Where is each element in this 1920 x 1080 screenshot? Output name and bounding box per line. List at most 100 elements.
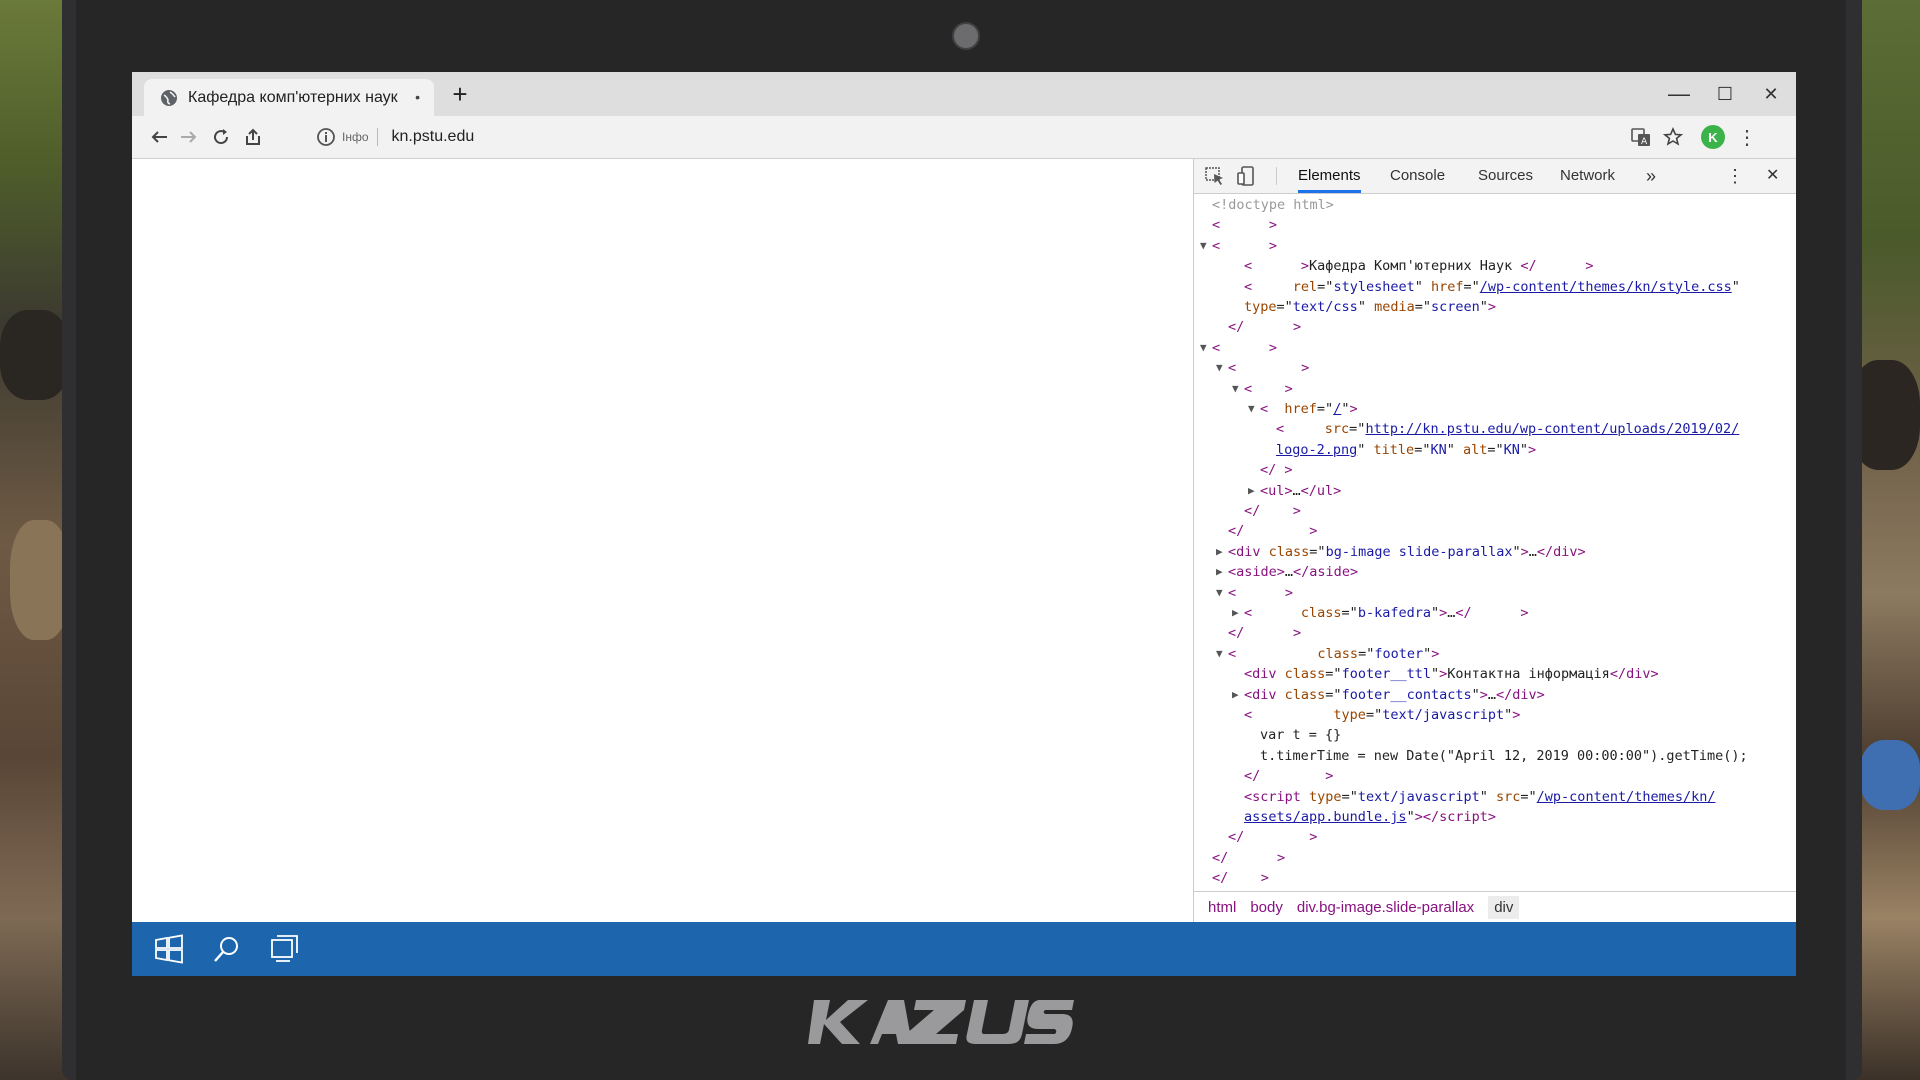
tab-sources[interactable]: Sources [1478,159,1533,193]
browser-toolbar: Інфо kn.pstu.edu A K ⋮ [132,116,1796,159]
dom-tree[interactable]: <!doctype html> < > ▼ < > < >Кафедра Комп'ют… [1194,195,1796,887]
dom-node-text: < > [1212,217,1278,234]
devtools-menu-button[interactable]: ⋮ [1726,159,1744,193]
background-shape [10,520,70,640]
dom-node-text: type="text/css" media="screen"> [1244,299,1497,315]
dom-node-text: < href="/"> [1260,401,1358,417]
collapse-triangle-icon[interactable]: ▼ [1232,379,1239,399]
share-button[interactable] [238,122,268,152]
dom-node-text: < class="footer"> [1228,645,1440,662]
dom-node-text: <div class="bg-image slide-parallax">…</… [1228,543,1586,560]
dom-node-text: < > [1228,584,1294,601]
info-icon [317,128,335,146]
star-icon [1663,127,1683,146]
dom-node-text: </ > [1228,319,1302,336]
inspect-element-icon[interactable] [1204,166,1226,186]
collapse-triangle-icon[interactable]: ▼ [1216,358,1223,378]
expand-triangle-icon[interactable]: ▶ [1232,603,1239,623]
expand-triangle-icon[interactable]: ▶ [1248,481,1255,501]
devtools-tabbar: Elements Console Sources Network » ⋮ ✕ [1194,159,1796,194]
translate-icon: A [1631,128,1650,147]
tab-title: Кафедра комп'ютерних наук [188,88,398,106]
tab-console[interactable]: Console [1390,159,1445,193]
dom-node-text: <div class="footer__contacts">…</div> [1244,686,1545,703]
collapse-triangle-icon[interactable]: ▼ [1216,644,1223,664]
dom-node-text: <ul>…</ul> [1260,482,1342,499]
devtools-panel: Elements Console Sources Network » ⋮ ✕ <… [1193,159,1796,922]
breadcrumb-html[interactable]: html [1208,899,1236,916]
address-bar[interactable]: Інфо kn.pstu.edu [302,122,1762,152]
search-icon[interactable] [210,932,244,966]
dom-breadcrumbs: html body div.bg-image.slide-parallax di… [1194,891,1796,922]
dom-node-text: < rel="stylesheet" href="/wp-content/the… [1244,278,1740,295]
address-separator [376,128,378,146]
new-tab-button[interactable]: + [442,78,478,110]
dom-node-text: </ > [1228,625,1302,642]
forward-button[interactable] [174,122,204,152]
devtools-separator [1276,167,1277,185]
dom-node-text: < >Кафедра Комп'ютерних Наук </ > [1244,258,1594,275]
dom-node-text: logo-2.png" title="KN" alt="KN"> [1276,441,1537,458]
minimize-button[interactable]: — [1656,72,1702,116]
dom-node-text: </ > [1244,768,1334,785]
tab-elements[interactable]: Elements [1298,159,1361,193]
url-text[interactable]: kn.pstu.edu [392,128,475,146]
expand-triangle-icon[interactable]: ▶ [1232,685,1239,705]
expand-triangle-icon[interactable]: ▶ [1216,562,1223,582]
screen: Кафедра комп'ютерних наук • + — ☐ ✕ Інфо… [132,72,1796,976]
maximize-button[interactable]: ☐ [1702,72,1748,116]
collapse-triangle-icon[interactable]: ▼ [1248,399,1255,419]
dom-node-text: <div class="footer__ttl">Контактна інфор… [1244,666,1659,683]
reload-button[interactable] [206,122,236,152]
dom-node-text: </ > [1212,849,1286,866]
page-viewport[interactable] [132,159,1193,922]
browser-tab[interactable]: Кафедра комп'ютерних наук • [144,79,434,116]
dom-node-text: < src="http://kn.pstu.edu/wp-content/upl… [1276,421,1740,438]
svg-text:A: A [1641,137,1648,147]
profile-button[interactable]: K [1698,122,1728,152]
reload-icon [214,129,229,145]
breadcrumb-div-selected[interactable]: div [1488,895,1520,919]
breadcrumb-bg-image[interactable]: div.bg-image.slide-parallax [1297,899,1474,916]
task-view-icon[interactable] [268,932,302,966]
forward-arrow-icon [181,131,197,143]
back-arrow-icon [151,131,167,143]
windows-start-icon[interactable] [152,932,186,966]
collapse-triangle-icon[interactable]: ▼ [1216,583,1223,603]
device-toolbar-icon[interactable] [1236,166,1258,186]
globe-icon [161,89,177,106]
taskbar [132,922,1796,976]
tab-network[interactable]: Network [1560,159,1615,193]
dom-node-text: < > [1212,237,1278,254]
dom-node-text: </ > [1244,503,1301,519]
dom-node-text: <!doctype html> [1212,197,1334,213]
dom-node-text: var t = {} [1260,727,1342,744]
back-button[interactable] [144,122,174,152]
breadcrumb-body[interactable]: body [1250,899,1283,916]
brand-logo [808,1000,1074,1044]
close-window-button[interactable]: ✕ [1748,72,1794,116]
dom-node-text: <aside>…</aside> [1228,564,1359,581]
security-label: Інфо [342,130,369,144]
dom-node-text: </ > [1212,870,1269,887]
dom-node-text: < type="text/javascript"> [1244,707,1521,723]
expand-triangle-icon[interactable]: ▶ [1216,542,1223,562]
background-shape [0,310,70,400]
devtools-close-button[interactable]: ✕ [1766,159,1779,193]
browser-menu-button[interactable]: ⋮ [1732,122,1762,152]
collapse-triangle-icon[interactable]: ▼ [1200,338,1207,358]
dom-node-text: </ > [1228,523,1318,540]
more-tabs-button[interactable]: » [1646,159,1656,193]
dom-node-text: < > [1212,339,1278,356]
collapse-triangle-icon[interactable]: ▼ [1200,236,1207,256]
bookmark-button[interactable] [1658,122,1688,152]
webcam [952,22,980,50]
translate-button[interactable]: A [1626,122,1656,152]
avatar: K [1701,125,1725,149]
share-icon [246,128,260,145]
kebab-menu-icon: ⋮ [1737,126,1757,149]
dom-node-text: <script type="text/javascript" src="/wp-… [1244,788,1716,805]
dom-node-text: t.timerTime = new Date("April 12, 2019 0… [1260,747,1748,764]
dom-node-text: </ > [1260,462,1293,479]
tab-close-button[interactable]: • [415,89,420,105]
